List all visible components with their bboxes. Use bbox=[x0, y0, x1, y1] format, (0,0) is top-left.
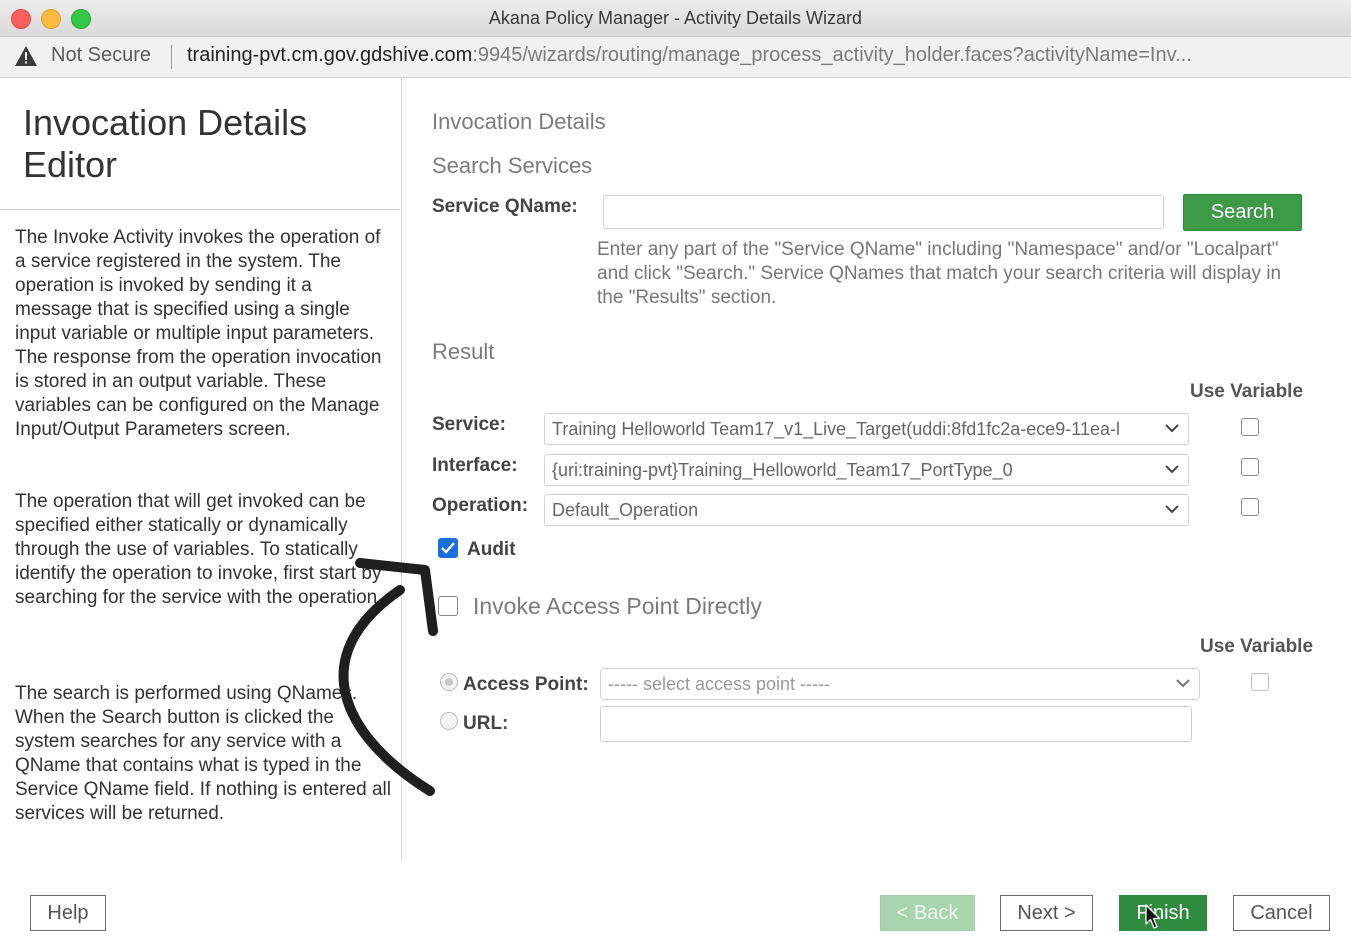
invoke-access-point-label: Invoke Access Point Directly bbox=[473, 593, 762, 619]
operation-use-variable-checkbox[interactable] bbox=[1241, 498, 1259, 516]
warning-icon bbox=[15, 46, 37, 66]
security-status: Not Secure bbox=[51, 44, 152, 66]
service-qname-input[interactable] bbox=[603, 195, 1164, 229]
url-input[interactable] bbox=[600, 706, 1192, 742]
use-variable-header-2: Use Variable bbox=[1200, 636, 1314, 657]
url-text[interactable]: training-pvt.cm.gov.gdshive.com:9945/wiz… bbox=[187, 44, 1327, 67]
page-title: Invocation Details Editor bbox=[23, 102, 383, 186]
operation-select-value: Default_Operation bbox=[552, 500, 699, 520]
service-label: Service: bbox=[432, 414, 506, 435]
window-title: Akana Policy Manager - Activity Details … bbox=[488, 8, 863, 28]
access-point-select[interactable]: ----- select access point ----- bbox=[600, 668, 1200, 700]
chevron-down-icon bbox=[1165, 465, 1179, 474]
section-search-services: Search Services bbox=[432, 153, 593, 178]
address-bar[interactable]: Not Secure training-pvt.cm.gov.gdshive.c… bbox=[0, 37, 1351, 78]
service-select-value: Training Helloworld Team17_v1_Live_Targe… bbox=[552, 419, 1121, 439]
operation-label: Operation: bbox=[432, 495, 529, 516]
arrow-annotation-icon bbox=[338, 558, 438, 796]
search-help-text: Enter any part of the "Service QName" in… bbox=[597, 239, 1282, 308]
audit-label: Audit bbox=[467, 539, 516, 560]
search-button[interactable]: Search bbox=[1183, 194, 1302, 231]
service-select[interactable]: Training Helloworld Team17_v1_Live_Targe… bbox=[544, 413, 1189, 445]
back-button[interactable]: < Back bbox=[880, 895, 975, 931]
cancel-button[interactable]: Cancel bbox=[1233, 895, 1330, 931]
access-point-label: Access Point: bbox=[463, 674, 589, 695]
use-variable-header: Use Variable bbox=[1190, 381, 1304, 402]
window-titlebar: Akana Policy Manager - Activity Details … bbox=[0, 0, 1351, 37]
page-title-line2: Editor bbox=[23, 144, 118, 185]
mouse-cursor-icon bbox=[1145, 904, 1161, 929]
interface-select[interactable]: {uri:training-pvt}Training_Helloworld_Te… bbox=[544, 454, 1189, 486]
url-host: training-pvt.cm.gov.gdshive.com bbox=[187, 44, 473, 66]
access-point-select-value: ----- select access point ----- bbox=[608, 674, 831, 694]
url-label: URL: bbox=[463, 713, 509, 734]
chevron-down-icon bbox=[1165, 424, 1179, 433]
operation-select[interactable]: Default_Operation bbox=[544, 494, 1189, 526]
section-result: Result bbox=[432, 339, 495, 364]
interface-select-value: {uri:training-pvt}Training_Helloworld_Te… bbox=[552, 460, 1013, 480]
finish-button[interactable]: Finish bbox=[1119, 895, 1207, 931]
section-invocation-details: Invocation Details bbox=[432, 109, 606, 134]
service-qname-label: Service QName: bbox=[432, 196, 578, 217]
description-paragraph-1: The Invoke Activity invokes the operatio… bbox=[15, 227, 382, 440]
access-point-use-variable-checkbox[interactable] bbox=[1251, 673, 1269, 691]
page-title-line1: Invocation Details bbox=[23, 102, 308, 143]
address-separator bbox=[171, 45, 172, 69]
service-use-variable-checkbox[interactable] bbox=[1241, 418, 1259, 436]
chevron-down-icon bbox=[1165, 505, 1179, 514]
divider bbox=[0, 209, 400, 210]
help-button[interactable]: Help bbox=[30, 895, 106, 931]
interface-use-variable-checkbox[interactable] bbox=[1241, 458, 1259, 476]
url-path: :9945/wizards/routing/manage_process_act… bbox=[472, 44, 1192, 66]
next-button[interactable]: Next > bbox=[1000, 895, 1093, 931]
chevron-down-icon bbox=[1176, 679, 1190, 688]
interface-label: Interface: bbox=[432, 455, 518, 476]
